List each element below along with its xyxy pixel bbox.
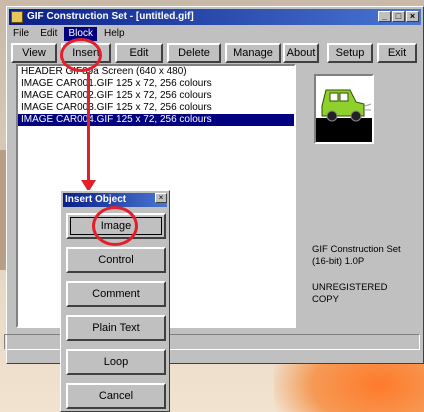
control-button[interactable]: Control [66, 247, 166, 273]
list-item[interactable]: HEADER GIF89a Screen (640 x 480) [18, 66, 294, 78]
list-item-selected[interactable]: IMAGE CAR004.GIF 125 x 72, 256 colours [18, 114, 294, 126]
exit-button[interactable]: Exit [377, 43, 417, 63]
manage-button[interactable]: Manage [225, 43, 281, 63]
setup-button[interactable]: Setup [327, 43, 373, 63]
list-item[interactable]: IMAGE CAR002.GIF 125 x 72, 256 colours [18, 90, 294, 102]
plain-text-button[interactable]: Plain Text [66, 315, 166, 341]
close-button[interactable]: × [406, 11, 419, 22]
maximize-button[interactable]: □ [392, 11, 405, 22]
version-info: GIF Construction Set (16-bit) 1.0P [312, 244, 401, 267]
about-button[interactable]: About [283, 43, 319, 63]
loop-button[interactable]: Loop [66, 349, 166, 375]
menu-edit[interactable]: Edit [36, 27, 61, 41]
image-preview [314, 74, 374, 144]
list-item[interactable]: IMAGE CAR001.GIF 125 x 72, 256 colours [18, 78, 294, 90]
view-button[interactable]: View [11, 43, 57, 63]
menu-help[interactable]: Help [100, 27, 129, 41]
comment-button[interactable]: Comment [66, 281, 166, 307]
minimize-button[interactable]: _ [378, 11, 391, 22]
registration-info: UNREGISTERED COPY [312, 282, 388, 305]
app-icon[interactable] [11, 11, 23, 23]
dialog-title: Insert Object [63, 193, 167, 207]
car-cartoon-image [316, 89, 372, 142]
window-title: GIF Construction Set - [untitled.gif] [27, 11, 194, 22]
list-item[interactable]: IMAGE CAR003.GIF 125 x 72, 256 colours [18, 102, 294, 114]
delete-button[interactable]: Delete [167, 43, 221, 63]
insert-highlight-circle [60, 38, 102, 72]
title-bar[interactable]: GIF Construction Set - [untitled.gif] _ … [9, 9, 421, 25]
edit-button[interactable]: Edit [115, 43, 163, 63]
annotation-arrow-line [87, 72, 90, 188]
menu-file[interactable]: File [9, 27, 33, 41]
image-highlight-circle [92, 206, 138, 246]
cancel-button[interactable]: Cancel [66, 383, 166, 409]
dialog-close-button[interactable]: × [155, 193, 167, 203]
